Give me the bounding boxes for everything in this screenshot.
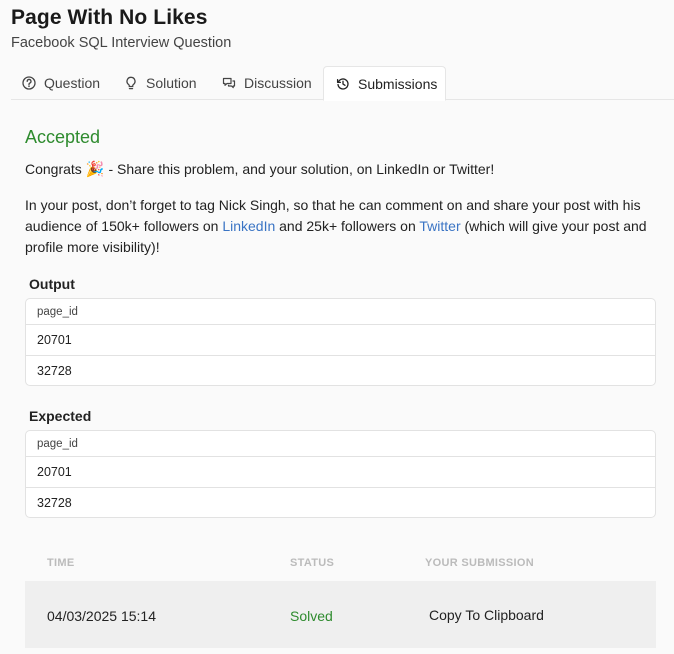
expected-label: Expected — [29, 408, 92, 424]
lightbulb-icon — [124, 76, 138, 90]
chat-bubbles-icon — [222, 76, 236, 90]
share-text-2: and 25k+ followers on — [275, 218, 420, 234]
result-status: Accepted — [25, 127, 101, 147]
expected-column-header: page_id — [26, 431, 655, 457]
tab-solution-label: Solution — [146, 75, 197, 91]
submission-column-header: YOUR SUBMISSION — [425, 557, 535, 569]
history-icon — [336, 77, 350, 91]
tab-submissions[interactable]: Submissions — [323, 66, 446, 101]
output-column-header: page_id — [26, 299, 655, 325]
table-row: 32728 — [26, 487, 655, 517]
submission-time: 04/03/2025 15:14 — [47, 608, 156, 624]
status-column-header: STATUS — [290, 557, 335, 569]
share-paragraph: In your post, don’t forget to tag Nick S… — [25, 195, 655, 258]
linkedin-link[interactable]: LinkedIn — [222, 218, 275, 234]
table-row: 20701 — [37, 465, 72, 479]
output-table: page_id 20701 32728 — [25, 298, 656, 386]
question-circle-icon — [22, 76, 36, 90]
submission-status: Solved — [290, 608, 333, 624]
tab-submissions-label: Submissions — [358, 75, 438, 92]
page-title: Page With No Likes — [11, 6, 208, 29]
copy-to-clipboard-button[interactable]: Copy To Clipboard — [429, 607, 544, 623]
tab-question-label: Question — [44, 75, 101, 91]
table-row: 32728 — [26, 355, 655, 385]
expected-table: page_id 20701 32728 — [25, 430, 656, 518]
page-subtitle: Facebook SQL Interview Question — [11, 35, 232, 51]
congrats-share-text: - Share this problem, and your solution,… — [108, 161, 495, 177]
time-column-header: TIME — [47, 557, 75, 569]
submission-row: 04/03/2025 15:14 Solved Copy To Clipboar… — [25, 581, 656, 648]
party-popper-icon: 🎉 — [85, 161, 105, 178]
tab-bar: Question Solution Discussion Submissions — [11, 66, 674, 101]
tab-question[interactable]: Question — [11, 66, 111, 100]
tab-solution[interactable]: Solution — [124, 66, 214, 100]
twitter-link[interactable]: Twitter — [419, 218, 460, 234]
congrats-message: Congrats 🎉 - Share this problem, and you… — [25, 160, 494, 178]
output-label: Output — [29, 276, 75, 292]
tab-discussion-label: Discussion — [244, 75, 312, 91]
tab-discussion[interactable]: Discussion — [222, 66, 332, 100]
table-row: 20701 — [37, 333, 72, 347]
congrats-text: Congrats — [25, 161, 82, 177]
